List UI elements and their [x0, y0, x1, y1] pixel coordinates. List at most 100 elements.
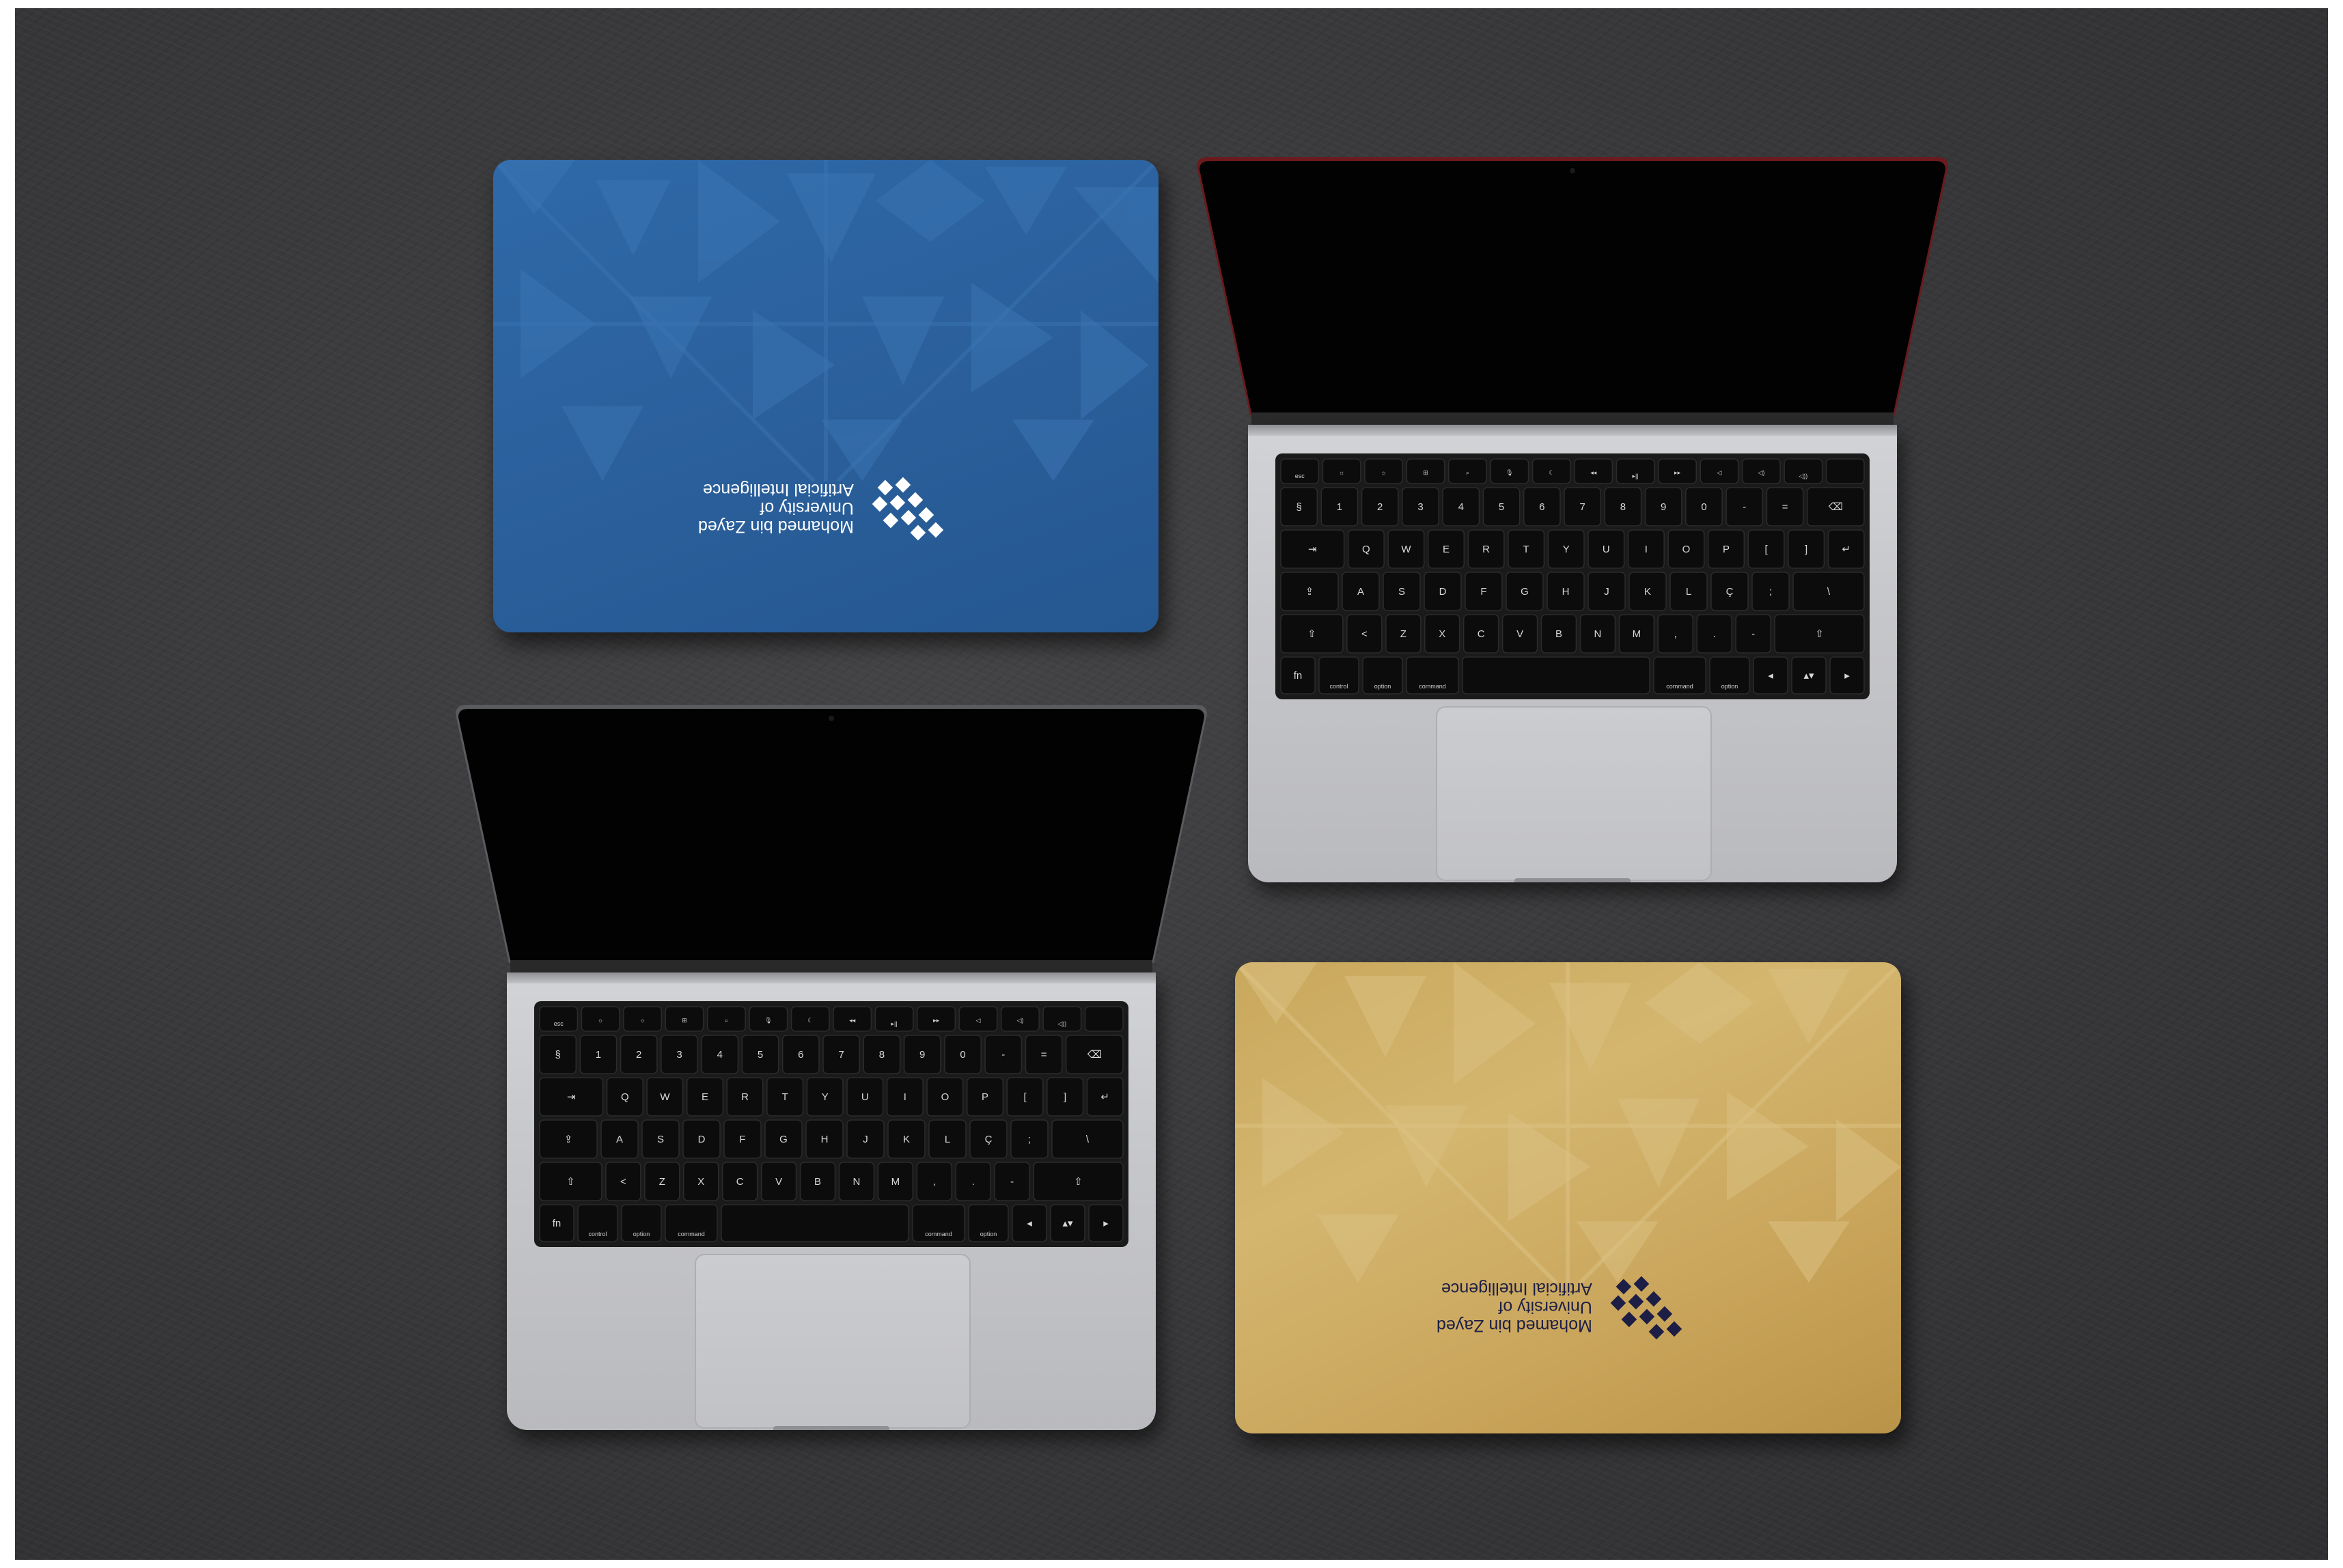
brand-line-1: Mohamed bin Zayed [698, 517, 854, 537]
key-label: command [678, 1231, 705, 1237]
key-label: B [1555, 628, 1562, 640]
key-label: G [1521, 586, 1529, 598]
key-label: 3 [676, 1049, 682, 1061]
key-label: U [861, 1091, 869, 1103]
key-label: S [657, 1134, 664, 1145]
key-label: X [1439, 628, 1445, 640]
key-label: F [739, 1134, 745, 1145]
key-label: ⊞ [682, 1017, 687, 1024]
key-label: M [891, 1176, 900, 1188]
key-label: ☼ [598, 1017, 603, 1024]
open-laptop-bottom-left: esc ☼ ☼ ⊞ ⌕ 🎙 ☾ ◂◂ ▸|| ▸▸ ◁ ◁) ◁)) § 1 2 3 4 5 6 7 8 9 0 - = ⌫ ⇥ Q W E… [456, 705, 1207, 1433]
key-label: 8 [879, 1049, 885, 1061]
key-label: - [1001, 1049, 1005, 1061]
key-label: ⇥ [567, 1091, 576, 1103]
key-label: ◁) [1016, 1017, 1023, 1024]
key-label: command [1666, 683, 1693, 690]
key-label: T [782, 1091, 788, 1103]
key-label: 9 [919, 1049, 925, 1061]
key-label: C [736, 1176, 744, 1188]
key-label: 9 [1661, 501, 1666, 513]
key-label: , [933, 1176, 936, 1188]
key-label: D [698, 1134, 706, 1145]
mbzuai-logo-icon [1610, 1276, 1682, 1340]
key-label: ◂◂ [1590, 469, 1597, 476]
key-label: option [633, 1231, 650, 1237]
key-label: Ç [1726, 586, 1734, 598]
key-label: N [853, 1176, 861, 1188]
key-label: 0 [960, 1049, 965, 1061]
key-label: ▸ [1103, 1218, 1109, 1229]
mbzuai-branding: Mohamed bin Zayed University of Artifici… [1437, 1273, 1685, 1341]
key-label: ] [1805, 544, 1807, 555]
key-label: 4 [717, 1049, 723, 1061]
key-label: M [1633, 628, 1641, 640]
key-label: fn [553, 1218, 562, 1229]
brand-line-3: Artificial Intelligence [702, 480, 854, 500]
key-label: ⌕ [1466, 469, 1469, 476]
key-label: K [903, 1134, 910, 1145]
gold-laptop-lid: Mohamed bin Zayed University of Artifici… [1235, 962, 1901, 1433]
key-label: ⇧ [566, 1176, 575, 1188]
keyboard: esc ☼ ☼ ⊞ ⌕ 🎙 ☾ ◂◂ ▸|| ▸▸ ◁ ◁) ◁)) § 1 2 3 4 5 6 7 8 9 0 - = ⌫ ⇥ Q W E… [534, 1001, 1128, 1247]
key-label: ⇥ [1308, 544, 1317, 555]
keyboard-key[interactable] [1825, 458, 1865, 484]
key-label: . [1713, 628, 1716, 640]
key-label: ☾ [807, 1017, 813, 1024]
key-label: L [945, 1134, 950, 1145]
key-label: J [863, 1134, 868, 1145]
keyboard-key[interactable] [721, 1204, 909, 1242]
key-label: § [555, 1049, 560, 1061]
keyboard-key[interactable] [1784, 458, 1823, 484]
key-label: D [1439, 586, 1447, 598]
key-label: ⇧ [1815, 628, 1824, 640]
key-label: A [1357, 586, 1364, 598]
geometric-pattern-icon [493, 160, 1159, 481]
key-label: Z [1400, 628, 1406, 640]
key-label: V [1516, 628, 1523, 640]
keyboard-key[interactable] [874, 1006, 914, 1032]
key-label: ▴▾ [1062, 1218, 1073, 1229]
key-label: I [904, 1091, 906, 1103]
mbzuai-logo-icon [872, 477, 944, 541]
key-label: control [588, 1231, 607, 1237]
keyboard-key[interactable] [1042, 1006, 1082, 1032]
trackpad[interactable] [1436, 706, 1712, 881]
key-label: U [1603, 544, 1610, 555]
key-label: 6 [1539, 501, 1544, 513]
key-label: 8 [1620, 501, 1626, 513]
key-label: 🎙 [764, 1017, 772, 1024]
keyboard-key[interactable] [1462, 656, 1650, 695]
keyboard-key[interactable] [539, 1006, 579, 1032]
key-label: ◂◂ [849, 1017, 856, 1024]
key-label: ◁ [976, 1017, 981, 1024]
key-label: control [1329, 683, 1348, 690]
key-label: ; [1028, 1134, 1031, 1145]
lid-notch [1514, 878, 1631, 882]
trackpad[interactable] [695, 1254, 971, 1429]
key-label: ▸ [1844, 670, 1850, 682]
keyboard-key[interactable] [1616, 458, 1655, 484]
key-label: fn [1294, 670, 1303, 682]
key-label: K [1644, 586, 1651, 598]
key-label: Q [1362, 544, 1370, 555]
key-label: = [1782, 501, 1788, 513]
geometric-pattern-icon [1235, 962, 1901, 1283]
key-label: ▴▾ [1803, 670, 1814, 682]
key-label: ▸▸ [1674, 469, 1681, 476]
key-label: esc [554, 1020, 564, 1027]
key-label: L [1686, 586, 1691, 598]
key-label: ] [1064, 1091, 1066, 1103]
key-label: 6 [798, 1049, 803, 1061]
key-label: ◁)) [1057, 1020, 1066, 1027]
key-label: 5 [1499, 501, 1504, 513]
open-laptop-top-right: esc ☼ ☼ ⊞ ⌕ 🎙 ☾ ◂◂ ▸|| ▸▸ ◁ ◁) ◁)) § 1 2 3 4 5 6 7 8 9 0 - = ⌫ ⇥ Q W E… [1197, 157, 1948, 885]
key-label: option [1721, 683, 1738, 690]
key-label: Y [1563, 544, 1570, 555]
key-label: 4 [1458, 501, 1464, 513]
key-label: , [1674, 628, 1677, 640]
key-label: option [1374, 683, 1391, 690]
keyboard-key[interactable] [1084, 1006, 1124, 1032]
keyboard-key[interactable] [1280, 458, 1320, 484]
key-label: Z [659, 1176, 665, 1188]
